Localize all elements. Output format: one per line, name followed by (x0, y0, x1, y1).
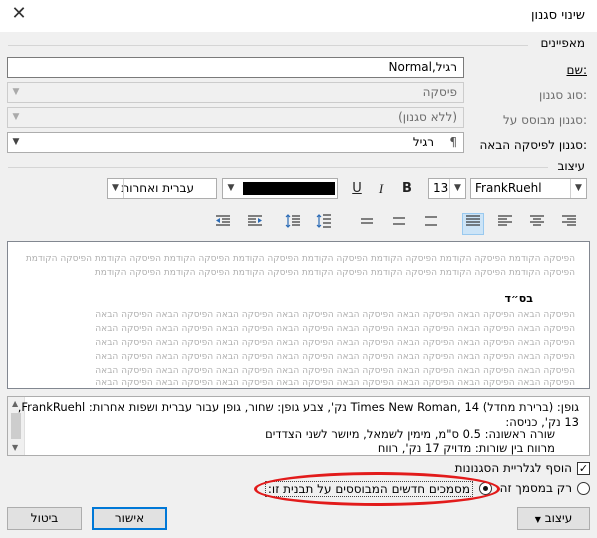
formatting-group-label: עיצוב (557, 159, 585, 173)
format-button[interactable]: ▼ עיצוב (517, 507, 590, 530)
properties-divider (8, 45, 528, 46)
preview-next-paragraph: הפיסקה הבאה הפיסקה הבאה הפיסקה הבאה הפיס… (95, 324, 575, 334)
chevron-down-icon: ▼ (449, 179, 465, 198)
line-spacing-double-icon[interactable] (420, 213, 442, 235)
scroll-down-icon[interactable]: ▼ (12, 443, 18, 452)
chevron-down-icon: ▼ (108, 179, 124, 198)
preview-next-paragraph: הפיסקה הבאה הפיסקה הבאה הפיסקה הבאה הפיס… (95, 338, 575, 348)
font-color-dropdown[interactable]: ▼ (222, 178, 338, 199)
highlight-ellipse (254, 472, 500, 506)
align-center-icon[interactable] (526, 213, 548, 235)
preview-previous-paragraph: הפיסקה הקודמת הפיסקה הקודמת הפיסקה הקודמ… (25, 254, 575, 264)
chevron-down-icon: ▼ (227, 183, 235, 193)
ok-button[interactable]: אישור (92, 507, 167, 530)
add-to-gallery-checkbox[interactable]: ✓ (577, 462, 590, 475)
justify-icon[interactable] (462, 213, 484, 235)
next-style-value: רגיל (412, 135, 435, 149)
script-value: עברית ואחרות (121, 181, 194, 195)
font-value: FrankRuehl (475, 181, 542, 195)
paragraph-mark-icon: ¶ (449, 135, 457, 149)
preview-next-paragraph: הפיסקה הבאה הפיסקה הבאה הפיסקה הבאה הפיס… (95, 366, 575, 376)
bold-button[interactable]: B (396, 178, 418, 200)
description-line: שורה ראשונה: 0.5 ס"מ, מימין לשמאל, מיושר… (265, 427, 555, 441)
font-dropdown[interactable]: FrankRuehl ▼ (470, 178, 587, 199)
chevron-down-icon: ▼ (12, 137, 20, 147)
description-line: גופן: (ברירת מחדל) Times New Roman, 14 נ… (17, 400, 579, 414)
underline-button[interactable]: U (346, 178, 368, 200)
font-size-value: 13 (433, 181, 449, 195)
preview-next-paragraph: הפיסקה הבאה הפיסקה הבאה הפיסקה הבאה הפיס… (95, 310, 575, 320)
dialog-title: שינוי סגנון (531, 8, 585, 23)
font-color-swatch (243, 182, 335, 195)
script-dropdown[interactable]: עברית ואחרות ▼ (107, 178, 217, 199)
style-type-value: פיסקה (422, 85, 457, 99)
align-right-icon[interactable] (558, 213, 580, 235)
description-line: מרווח בין שורות: מדויק 17 נק', רווח (377, 441, 555, 455)
chevron-down-icon: ▼ (570, 179, 586, 198)
close-icon[interactable]: ✕ (8, 4, 30, 26)
based-on-label: סגנון מבוסס על: (502, 113, 587, 127)
formatting-divider (8, 167, 548, 168)
style-preview: הפיסקה הקודמת הפיסקה הקודמת הפיסקה הקודמ… (7, 241, 590, 389)
cancel-button[interactable]: ביטול (7, 507, 82, 530)
style-type-label: סוג סגנון: (539, 88, 587, 102)
format-button-label: עיצוב (544, 511, 573, 525)
preview-sample-text: בס״ד (504, 292, 533, 305)
increase-indent-icon[interactable] (244, 213, 266, 235)
scrollbar-thumb[interactable] (11, 413, 21, 439)
based-on-value: (ללא סגנון) (398, 110, 457, 124)
style-type-dropdown[interactable]: פיסקה ▼ (7, 82, 464, 103)
only-this-document-label: רק במסמך זה (499, 481, 572, 495)
increase-spacing-icon[interactable] (313, 213, 335, 235)
preview-previous-paragraph: הפיסקה הקודמת הפיסקה הקודמת הפיסקה הקודמ… (94, 268, 575, 278)
font-size-dropdown[interactable]: 13 ▼ (428, 178, 466, 199)
name-label: שם: (566, 63, 587, 77)
based-on-dropdown[interactable]: (ללא סגנון) ▼ (7, 107, 464, 128)
decrease-indent-icon[interactable] (212, 213, 234, 235)
title-bar: שינוי סגנון ✕ (0, 0, 597, 32)
next-style-label: סגנון לפיסקה הבאה: (479, 138, 587, 152)
properties-group-label: מאפיינים (540, 36, 585, 50)
preview-next-paragraph: הפיסקה הבאה הפיסקה הבאה הפיסקה הבאה הפיס… (95, 378, 575, 388)
line-spacing-onehalf-icon[interactable] (388, 213, 410, 235)
chevron-down-icon: ▼ (12, 112, 20, 122)
name-field[interactable]: רגיל,Normal (7, 57, 464, 78)
chevron-down-icon: ▼ (12, 87, 20, 97)
italic-button[interactable]: I (370, 178, 392, 200)
format-dropdown-icon: ▼ (534, 515, 541, 524)
next-style-dropdown[interactable]: ¶ רגיל ▼ (7, 132, 464, 153)
align-left-icon[interactable] (494, 213, 516, 235)
add-to-gallery-label: הוסף לגלריית הסגנונות (454, 461, 572, 475)
decrease-spacing-icon[interactable] (282, 213, 304, 235)
line-spacing-single-icon[interactable] (356, 213, 378, 235)
style-description: ▲ ▼ גופן: (ברירת מחדל) Times New Roman, … (7, 396, 590, 456)
only-this-document-radio[interactable] (577, 482, 590, 495)
preview-next-paragraph: הפיסקה הבאה הפיסקה הבאה הפיסקה הבאה הפיס… (95, 352, 575, 362)
